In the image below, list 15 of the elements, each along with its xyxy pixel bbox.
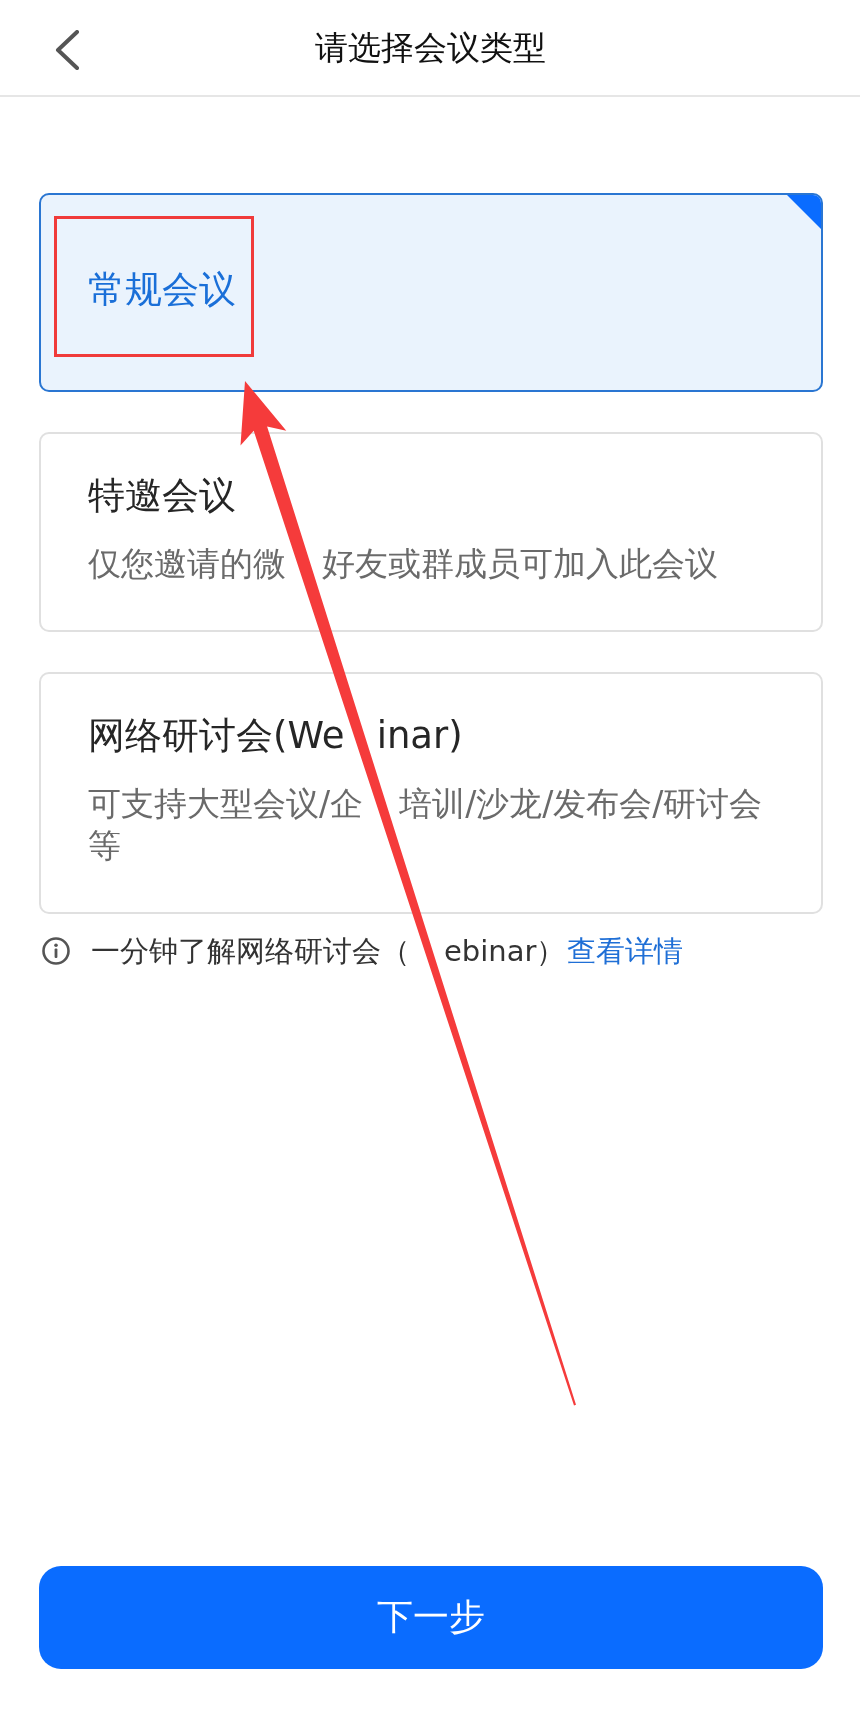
info-text: 一分钟了解网络研讨会（ ebinar） [91,933,566,969]
next-step-button[interactable]: 下一步 [39,1566,823,1669]
page-title: 请选择会议类型 [314,26,546,69]
selected-corner-icon [787,195,821,229]
meeting-type-description: 可支持大型会议/企 培训/沙龙/发布会/研讨会等 [88,783,764,867]
info-icon [42,937,70,965]
meeting-type-title: 特邀会议 [88,473,236,519]
view-details-link[interactable]: 查看详情 [567,933,684,969]
meeting-type-title: 常规会议 [88,266,236,313]
meeting-type-description: 仅您邀请的微 好友或群成员可加入此会议 [88,543,718,585]
meeting-type-card[interactable]: 常规会议 [39,193,823,392]
meeting-type-card[interactable]: 特邀会议 仅您邀请的微 好友或群成员可加入此会议 [39,432,823,632]
meeting-type-card[interactable]: 网络研讨会(We inar) 可支持大型会议/企 培训/沙龙/发布会/研讨会等 [39,672,823,914]
meeting-type-title: 网络研讨会(We inar) [88,713,463,759]
back-chevron-icon [54,30,80,70]
